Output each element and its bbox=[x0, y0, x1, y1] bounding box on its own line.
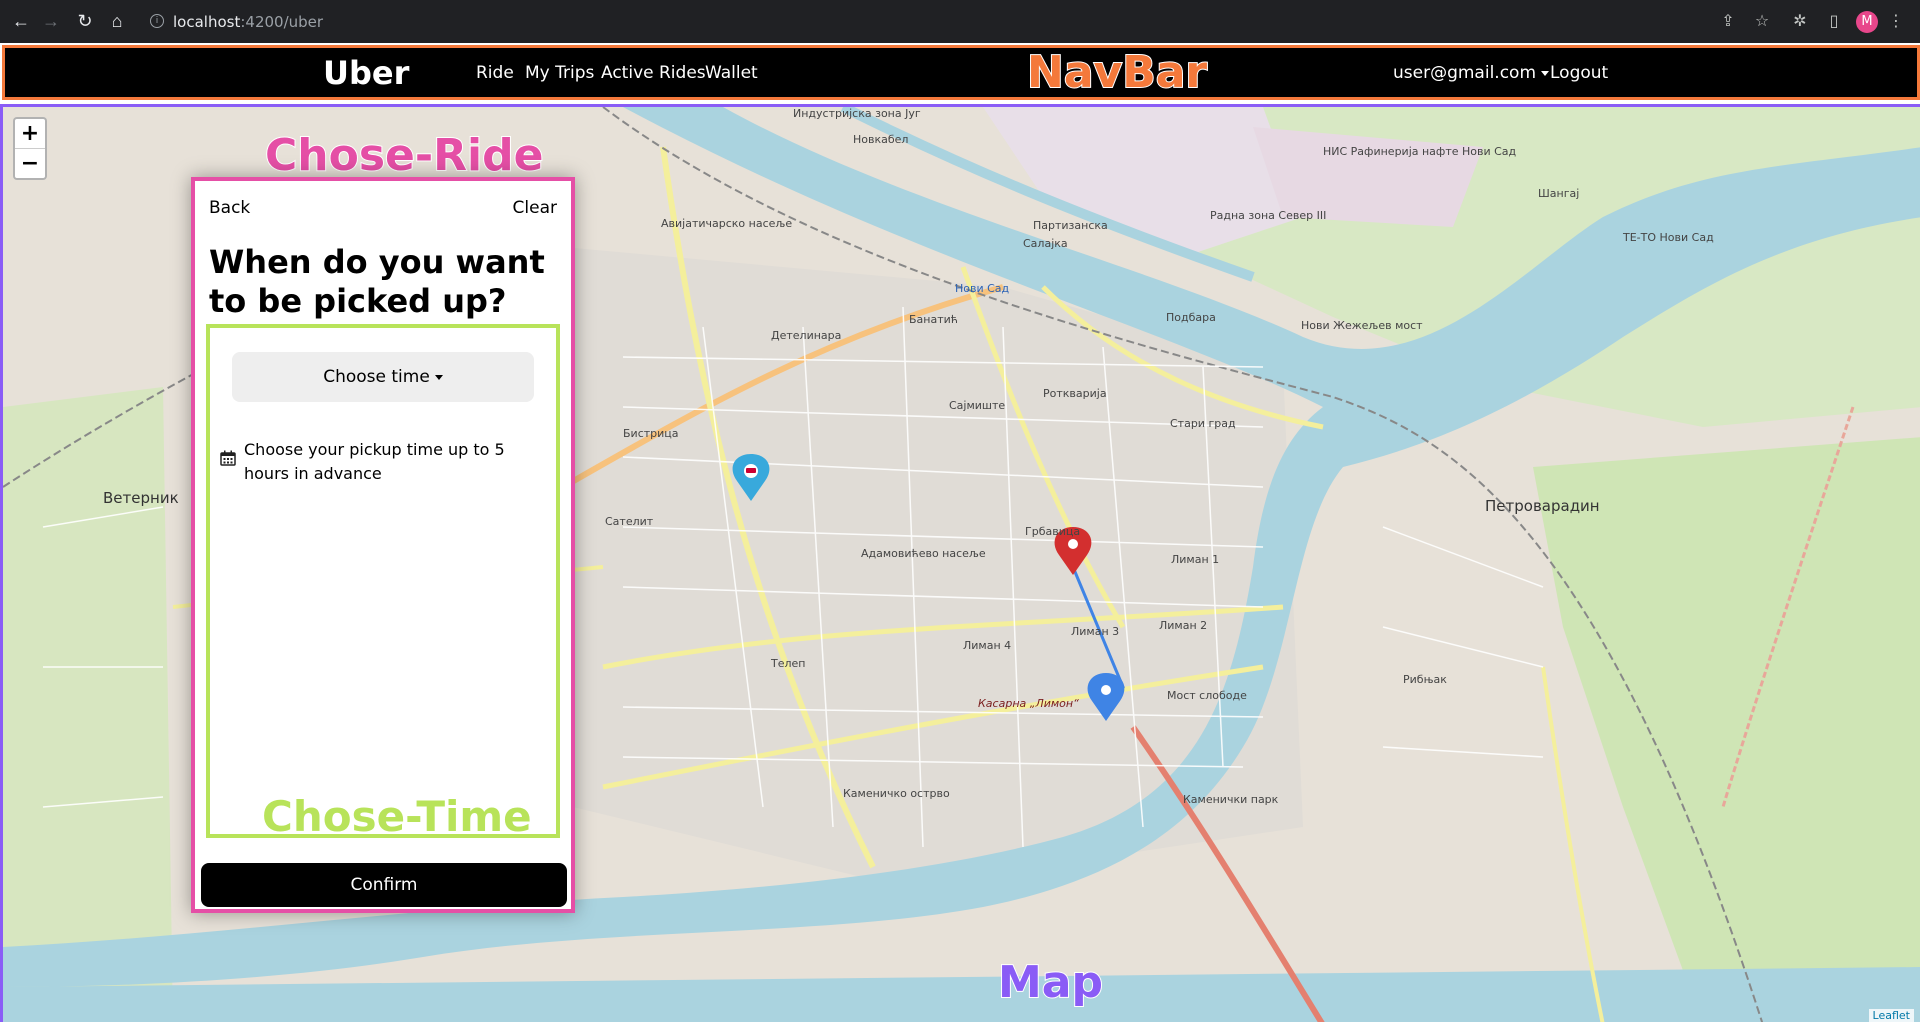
map-label: Каменичко острво bbox=[843, 787, 950, 800]
map-label: Адамовићево насеље bbox=[861, 547, 986, 560]
map-label: Рибњак bbox=[1403, 673, 1447, 686]
map-label: Нови Сад bbox=[955, 282, 1010, 295]
map-label: Лиман 3 bbox=[1071, 625, 1120, 638]
map-label: Партизанска bbox=[1033, 219, 1108, 232]
map-label: Индустријска зона Југ bbox=[793, 107, 921, 120]
menu-kebab-icon[interactable]: ⋮ bbox=[1886, 11, 1906, 31]
url-text[interactable]: localhost:4200/uber bbox=[173, 13, 323, 31]
map-label: Стари град bbox=[1170, 417, 1236, 430]
map-label: Лиман 4 bbox=[963, 639, 1012, 652]
chose-ride-annotation-label: Chose-Ride bbox=[264, 129, 544, 182]
map-label: Детелинара bbox=[771, 329, 842, 342]
side-panel-icon[interactable]: ▯ bbox=[1824, 11, 1844, 31]
zoom-out-button[interactable]: − bbox=[15, 148, 45, 178]
nav-link-active-rides[interactable]: Active Rides bbox=[601, 63, 706, 83]
map-label: НИС Рафинерија нафте Нови Сад bbox=[1323, 145, 1517, 158]
map-label: Новкабел bbox=[853, 133, 909, 146]
page-title: When do you want to be picked up? bbox=[209, 243, 545, 320]
map-label: Ветерник bbox=[103, 489, 179, 507]
map-label: Каменички парк bbox=[1183, 793, 1279, 806]
browser-toolbar: ← → ↻ ⌂ i localhost:4200/uber ⇪ ☆ ✲ ▯ M … bbox=[0, 0, 1920, 43]
map-attribution[interactable]: Leaflet bbox=[1868, 1009, 1914, 1022]
zoom-in-button[interactable]: + bbox=[15, 119, 45, 148]
profile-avatar[interactable]: M bbox=[1856, 11, 1878, 33]
map-label: Шангај bbox=[1538, 187, 1580, 200]
map-label: Радна зона Север III bbox=[1210, 209, 1327, 222]
map-label: Банатић bbox=[909, 313, 958, 326]
reload-icon[interactable]: ↻ bbox=[74, 10, 96, 32]
confirm-button[interactable]: Confirm bbox=[201, 863, 567, 907]
calendar-icon bbox=[220, 450, 236, 466]
map-label: Бистрица bbox=[623, 427, 679, 440]
share-icon[interactable]: ⇪ bbox=[1718, 11, 1738, 31]
choose-time-label: Choose time bbox=[323, 367, 430, 387]
nav-link-my-trips[interactable]: My Trips bbox=[525, 63, 594, 83]
brand-logo[interactable]: Uber bbox=[323, 54, 409, 92]
map-label: Лиман 1 bbox=[1171, 553, 1220, 566]
back-arrow-icon[interactable]: ← bbox=[10, 10, 32, 32]
chose-time-panel: Choose time Choose your pickup time up t… bbox=[206, 324, 560, 838]
home-icon[interactable]: ⌂ bbox=[106, 10, 128, 32]
nav-link-ride[interactable]: Ride bbox=[476, 63, 514, 83]
map-label: Касарна „Лимон“ bbox=[978, 697, 1079, 710]
bookmark-star-icon[interactable]: ☆ bbox=[1752, 11, 1772, 31]
clear-link[interactable]: Clear bbox=[513, 198, 557, 218]
map-label: Сајмиште bbox=[949, 399, 1006, 412]
extensions-icon[interactable]: ✲ bbox=[1790, 11, 1810, 31]
choose-time-dropdown[interactable]: Choose time bbox=[232, 352, 534, 402]
map-label: Телеп bbox=[771, 657, 806, 670]
map-label: Мост слободе bbox=[1167, 689, 1247, 702]
site-info-icon[interactable]: i bbox=[150, 14, 164, 28]
map-label: Роткварија bbox=[1043, 387, 1107, 400]
address-bar[interactable] bbox=[138, 6, 1718, 37]
map-label: Подбара bbox=[1166, 311, 1216, 324]
pickup-time-hint: Choose your pickup time up to 5 hours in… bbox=[244, 440, 505, 483]
map-label: Сателит bbox=[605, 515, 654, 528]
navbar: Uber Ride My Trips Active Rides Wallet N… bbox=[2, 45, 1920, 100]
chose-time-annotation-label: Chose-Time bbox=[261, 791, 533, 842]
user-dropdown[interactable]: user@gmail.com bbox=[1393, 63, 1550, 83]
nav-link-wallet[interactable]: Wallet bbox=[705, 63, 758, 83]
map-label: Грбавица bbox=[1025, 525, 1081, 538]
map-label: Нови Жежељев мост bbox=[1301, 319, 1423, 332]
map-label: Авијатичарско насеље bbox=[661, 217, 793, 230]
user-email: user@gmail.com bbox=[1393, 63, 1537, 83]
zoom-control: + − bbox=[13, 117, 47, 180]
map-label: Лиман 2 bbox=[1159, 619, 1208, 632]
chevron-down-icon bbox=[434, 374, 443, 380]
map-label: Салајка bbox=[1023, 237, 1068, 250]
chevron-down-icon bbox=[1541, 70, 1550, 76]
map-label: ТЕ-ТО Нови Сад bbox=[1623, 231, 1714, 244]
logout-link[interactable]: Logout bbox=[1550, 63, 1608, 83]
forward-arrow-icon[interactable]: → bbox=[40, 10, 62, 32]
navbar-annotation-label: NavBar bbox=[1026, 46, 1208, 99]
map-label: Петроварадин bbox=[1485, 497, 1600, 515]
map-annotation-label: Map bbox=[997, 956, 1104, 1009]
back-link[interactable]: Back bbox=[209, 198, 250, 218]
